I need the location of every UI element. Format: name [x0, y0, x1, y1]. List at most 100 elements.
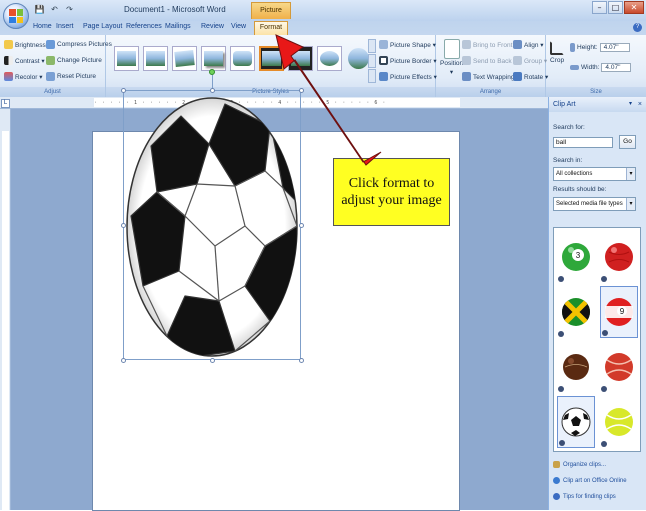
arrange-group: Position ▾ Bring to Front ▾ Send to Back…: [436, 35, 548, 97]
align-icon: [513, 40, 522, 49]
picture-style-thumb[interactable]: [288, 46, 313, 71]
close-pane-icon[interactable]: ×: [638, 97, 642, 112]
bring-to-front-button[interactable]: Bring to Front ▾: [462, 40, 517, 49]
clip-result-item[interactable]: 3: [557, 231, 595, 283]
crop-button[interactable]: Crop: [550, 41, 564, 64]
clip-art-online-label: Clip art on Office Online: [563, 477, 627, 484]
minimize-button[interactable]: –: [592, 1, 607, 14]
save-icon[interactable]: 💾: [34, 4, 45, 15]
picture-effects-button[interactable]: Picture Effects ▾: [379, 72, 437, 81]
arrange-group-label: Arrange: [436, 87, 545, 97]
picture-border-button[interactable]: Picture Border ▾: [379, 56, 437, 65]
clip-art-title: Clip Art: [553, 101, 576, 108]
tab-selector-button[interactable]: L: [1, 99, 10, 108]
resize-handle[interactable]: [121, 88, 126, 93]
reset-picture-icon: [46, 72, 55, 81]
picture-style-thumb[interactable]: [201, 46, 226, 71]
reset-picture-button[interactable]: Reset Picture: [46, 72, 96, 81]
tab-mailings[interactable]: Mailings: [165, 23, 191, 30]
group-label: Group ▾: [524, 57, 548, 65]
change-picture-button[interactable]: Change Picture: [46, 56, 102, 65]
vertical-ruler[interactable]: [0, 109, 11, 510]
soccer-ball-image[interactable]: [125, 96, 299, 358]
picture-shape-button[interactable]: Picture Shape ▾: [379, 40, 436, 49]
picture-style-thumb-selected[interactable]: [259, 46, 284, 71]
search-for-label: Search for:: [553, 124, 585, 131]
brown-ball-icon: [563, 354, 589, 380]
resize-handle[interactable]: [121, 358, 126, 363]
group-button[interactable]: Group ▾: [513, 56, 547, 65]
picture-style-thumb[interactable]: [172, 46, 197, 71]
office-button[interactable]: [3, 3, 29, 29]
search-in-select[interactable]: All collections ▾: [553, 167, 636, 181]
send-to-back-button[interactable]: Send to Back ▾: [462, 56, 517, 65]
media-type-value: Selected media file types: [556, 201, 623, 207]
undo-icon[interactable]: ↶: [49, 4, 60, 15]
reset-picture-label: Reset Picture: [57, 73, 97, 80]
tab-home[interactable]: Home: [33, 23, 52, 30]
compress-pictures-button[interactable]: Compress Pictures: [46, 40, 112, 49]
clip-result-item[interactable]: 9: [600, 286, 638, 338]
picture-style-thumb[interactable]: [114, 46, 139, 71]
clip-result-item[interactable]: [600, 341, 638, 393]
tab-format[interactable]: Format: [254, 21, 288, 35]
picture-style-thumb[interactable]: [317, 46, 342, 71]
pane-menu-icon[interactable]: ▾: [629, 97, 632, 112]
compress-icon: [46, 40, 55, 49]
maximize-button[interactable]: □: [608, 1, 623, 14]
billiard-ball-9-icon: 9: [605, 298, 633, 326]
tips-link[interactable]: Tips for finding clips: [553, 493, 616, 500]
picture-style-thumb[interactable]: [143, 46, 168, 71]
brightness-button[interactable]: Brightness ▾: [4, 40, 51, 49]
soccer-ball-icon: [561, 407, 591, 437]
clip-result-item[interactable]: [600, 396, 638, 448]
search-in-label: Search in:: [553, 157, 583, 164]
media-type-select[interactable]: Selected media file types ▾: [553, 197, 636, 211]
align-button[interactable]: Align ▾: [513, 40, 544, 49]
clip-result-item[interactable]: [557, 396, 595, 448]
help-icon[interactable]: ?: [633, 23, 642, 32]
text-wrapping-button[interactable]: Text Wrapping ▾: [462, 72, 520, 81]
width-input[interactable]: 4.07": [601, 63, 632, 72]
rotation-handle[interactable]: [209, 69, 215, 75]
resize-handle[interactable]: [210, 358, 215, 363]
contrast-icon: [4, 56, 13, 65]
tab-page-layout[interactable]: Page Layout: [83, 23, 122, 30]
contrast-button[interactable]: Contrast ▾: [4, 56, 45, 65]
search-input[interactable]: ball: [553, 137, 613, 148]
tab-insert[interactable]: Insert: [56, 23, 74, 30]
recolor-button[interactable]: Recolor ▾: [4, 72, 42, 81]
height-input[interactable]: 4.07": [599, 43, 630, 52]
redo-icon[interactable]: ↷: [64, 4, 75, 15]
picture-tools-label: Picture Tools: [251, 2, 291, 29]
resize-handle[interactable]: [299, 88, 304, 93]
results-should-be-label: Results should be:: [553, 186, 607, 193]
ribbon: Brightness ▾ Contrast ▾ Recolor ▾ Compre…: [0, 35, 646, 97]
clip-result-item[interactable]: [557, 286, 595, 338]
billiard-ball-3-icon: 3: [562, 243, 590, 271]
picture-style-thumb[interactable]: [230, 46, 255, 71]
clip-art-online-link[interactable]: Clip art on Office Online: [553, 477, 627, 484]
tennis-ball-icon: [605, 408, 633, 436]
bring-to-front-icon: [462, 40, 471, 49]
resize-handle[interactable]: [299, 358, 304, 363]
clip-result-item[interactable]: [600, 231, 638, 283]
rotate-button[interactable]: Rotate ▾: [513, 72, 548, 81]
tab-review[interactable]: Review: [201, 23, 224, 30]
organize-clips-link[interactable]: Organize clips...: [553, 461, 606, 468]
go-button[interactable]: Go: [619, 135, 636, 149]
close-button[interactable]: ✕: [624, 1, 644, 14]
clip-art-header: Clip Art ▾ ×: [549, 97, 646, 112]
gallery-scroll[interactable]: [368, 39, 376, 83]
tab-view[interactable]: View: [231, 23, 246, 30]
position-button[interactable]: Position ▾: [440, 39, 463, 76]
picture-style-gallery: [114, 46, 371, 71]
rotate-icon: [513, 72, 522, 81]
folder-icon: [553, 461, 560, 468]
tab-references[interactable]: References: [126, 23, 162, 30]
clip-results-list[interactable]: 3 9: [553, 227, 641, 452]
resize-handle[interactable]: [299, 223, 304, 228]
clip-result-item[interactable]: [557, 341, 595, 393]
resize-handle[interactable]: [210, 88, 215, 93]
svg-text:3: 3: [576, 251, 581, 260]
